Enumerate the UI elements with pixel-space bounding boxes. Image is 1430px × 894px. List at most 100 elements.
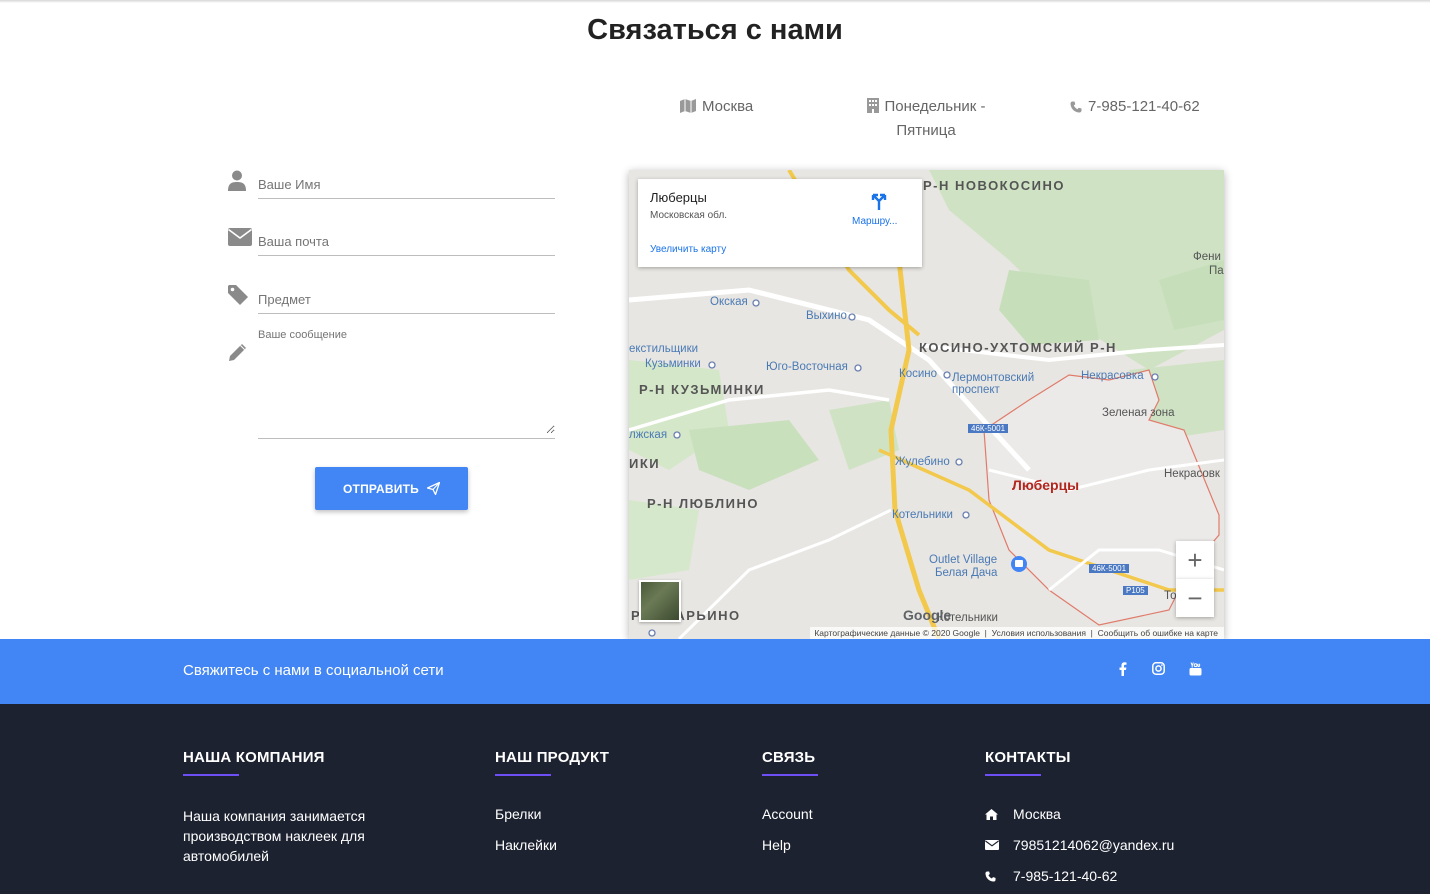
map-road-46k-2: 46К-5001	[1089, 564, 1130, 573]
map-label-kosino: Косино	[899, 368, 938, 380]
map-label-lyubertsy: Люберцы	[1012, 477, 1080, 493]
pencil-icon	[228, 342, 248, 367]
submit-label: ОТПРАВИТЬ	[343, 481, 419, 496]
map-label-outlet-2: Белая Дача	[935, 567, 998, 579]
page-title: Связаться с нами	[587, 14, 843, 46]
map-embed[interactable]: Р-Н НОВОКОСИНО Окская Выхино екстильщики…	[629, 170, 1224, 639]
subject-field	[258, 291, 555, 314]
info-hours-line2: Пятница	[896, 122, 956, 139]
map-label-tekstilshchiki: екстильщики	[629, 343, 699, 355]
info-hours-line1: Понедельник -	[884, 98, 986, 115]
heading-underline	[762, 774, 818, 776]
footer-company-text: Наша компания занимается производством н…	[183, 808, 366, 864]
user-icon	[228, 170, 246, 196]
phone-icon	[1070, 98, 1082, 120]
map-report-link[interactable]: Сообщить об ошибке на карте	[1098, 628, 1218, 638]
email-input[interactable]	[258, 234, 555, 249]
footer-product-heading: НАШ ПРОДУКТ	[495, 749, 610, 766]
footer-link-brelki[interactable]: Брелки	[495, 806, 609, 822]
instagram-icon[interactable]	[1152, 662, 1165, 680]
message-label: Ваше сообщение	[258, 329, 347, 341]
map-label-kotelniki: Котельники	[892, 509, 953, 521]
heading-underline	[183, 774, 239, 776]
map-label-prospekt: проспект	[952, 384, 1000, 396]
footer-contact-city: Москва	[985, 806, 1174, 822]
footer-link-account[interactable]: Account	[762, 806, 818, 822]
envelope-icon	[228, 228, 252, 251]
map-label-kuzminki: Кузьминки	[645, 358, 701, 370]
footer-contact-phone: 7-985-121-40-62	[985, 868, 1174, 884]
footer-contact: СВЯЗЬ Account Help	[762, 749, 818, 853]
info-phone: 7-985-121-40-62	[1070, 96, 1200, 120]
footer-contact-heading: СВЯЗЬ	[762, 749, 816, 766]
name-field	[258, 176, 555, 199]
message-field	[258, 344, 555, 439]
zoom-in-button[interactable]: +	[1176, 541, 1214, 579]
map-label-pa: Па	[1209, 265, 1224, 277]
social-bar: Свяжитесь с нами в социальной сети	[0, 639, 1430, 704]
map-enlarge-link[interactable]: Увеличить карту	[650, 244, 726, 255]
map-label-kosino-ukhtomsky: КОСИНО-УХТОМСКИЙ Р-Н	[919, 340, 1117, 355]
tag-icon	[228, 285, 248, 310]
heading-underline	[495, 774, 551, 776]
submit-button[interactable]: ОТПРАВИТЬ	[315, 467, 468, 510]
footer-contacts: КОНТАКТЫ Москва 79851214062@yandex.ru 7-…	[985, 749, 1174, 884]
map-road-46k: 46К-5001	[968, 424, 1009, 433]
map-label-zelenaya-zona: Зеленая зона	[1102, 407, 1175, 419]
map-label-nekrasovka2: Некрасовк	[1164, 468, 1220, 480]
map-card-title: Люберцы	[650, 190, 707, 205]
footer-email-text[interactable]: 79851214062@yandex.ru	[1013, 837, 1174, 853]
map-card-subtitle: Московская обл.	[650, 210, 728, 221]
home-icon	[985, 808, 999, 820]
paper-plane-icon	[426, 482, 440, 495]
map-label-lyublino: Р-Н ЛЮБЛИНО	[647, 496, 760, 511]
footer-contact-email: 79851214062@yandex.ru	[985, 837, 1174, 853]
footer-link-help[interactable]: Help	[762, 837, 818, 853]
map-label-vykhino: Выхино	[806, 310, 847, 322]
envelope-icon	[985, 840, 999, 850]
heading-underline	[985, 774, 1041, 776]
map-terms-link[interactable]: Условия использования	[992, 628, 1086, 638]
map-attr-data: Картографические данные © 2020 Google	[814, 628, 980, 638]
map-label-lermontovsky: Лермонтовский	[952, 372, 1035, 384]
youtube-icon[interactable]	[1189, 662, 1202, 681]
directions-icon[interactable]	[870, 192, 888, 213]
info-city: Москва	[680, 96, 753, 120]
map-label-iki: ИКИ	[629, 456, 661, 471]
map-label-yugo-vostochnaya: Юго-Восточная	[766, 361, 848, 373]
subject-input[interactable]	[258, 292, 555, 307]
email-field	[258, 233, 555, 256]
map-label-outlet-1: Outlet Village	[929, 554, 998, 566]
map-label-nekrasovka: Некрасовка	[1081, 370, 1144, 382]
social-text: Свяжитесь с нами в социальной сети	[183, 662, 444, 679]
map-label-r-kuzminki: Р-Н КУЗЬМИНКИ	[639, 382, 765, 397]
facebook-icon[interactable]	[1119, 662, 1127, 681]
footer-link-stickers[interactable]: Наклейки	[495, 837, 609, 853]
map-label-feni: Фени	[1193, 251, 1221, 263]
zoom-out-button[interactable]: −	[1176, 579, 1214, 617]
footer-contacts-heading: КОНТАКТЫ	[985, 749, 1071, 766]
name-input[interactable]	[258, 177, 555, 192]
satellite-toggle[interactable]	[639, 580, 681, 622]
map-place-card: Люберцы Московская обл. Увеличить карту …	[638, 179, 922, 267]
top-shadow	[0, 0, 1430, 3]
footer-city-text: Москва	[1013, 806, 1061, 822]
footer: НАША КОМПАНИЯ Наша компания занимается п…	[0, 704, 1430, 894]
map-label-zhulebino: Жулебино	[895, 456, 950, 468]
footer-company-heading: НАША КОМПАНИЯ	[183, 749, 325, 766]
map-label-volzhskaya: лжская	[629, 429, 668, 441]
info-hours: Понедельник - Пятница	[864, 96, 988, 142]
map-route-link[interactable]: Маршру...	[852, 216, 897, 227]
info-phone-text: 7-985-121-40-62	[1088, 98, 1200, 115]
message-textarea[interactable]	[258, 344, 555, 434]
phone-icon	[985, 870, 999, 882]
info-city-text: Москва	[702, 98, 754, 115]
footer-company: НАША КОМПАНИЯ Наша компания занимается п…	[183, 749, 413, 866]
map-road-r105: Р105	[1123, 586, 1148, 595]
building-icon	[866, 98, 879, 120]
map-icon	[680, 98, 696, 120]
footer-product: НАШ ПРОДУКТ Брелки Наклейки	[495, 749, 609, 853]
map-label-okskaya: Окская	[710, 296, 748, 308]
google-logo: Google	[903, 607, 952, 623]
footer-phone-text[interactable]: 7-985-121-40-62	[1013, 868, 1117, 884]
